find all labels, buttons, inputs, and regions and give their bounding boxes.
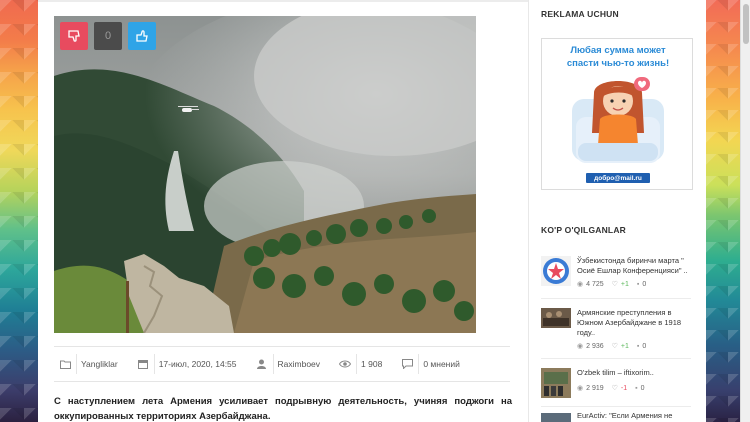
publish-date: 17-июл, 2020, 14:55: [153, 354, 245, 374]
item-title[interactable]: Армянские преступления в Южном Азербайдж…: [577, 308, 697, 338]
list-item[interactable]: Ўзбекистонда биринчи марта " Осиё Ешлар …: [541, 256, 695, 296]
item-title[interactable]: O'zbek tilim – iftixorim..: [577, 368, 697, 378]
folder-icon: [54, 360, 76, 369]
ad-logo: добро@mail.ru: [586, 173, 650, 183]
article-image: 0: [54, 16, 476, 333]
eye-icon: ◉: [577, 385, 584, 392]
rating-count: 0: [94, 22, 122, 50]
comment-icon: ▪: [636, 280, 640, 288]
list-item[interactable]: Армянские преступления в Южном Азербайдж…: [541, 308, 695, 352]
heart-icon: ♡: [611, 385, 618, 392]
heart-icon: ♡: [611, 281, 618, 288]
ad-text-line1: Любая сумма может: [570, 45, 666, 56]
eye-icon: ◉: [577, 343, 584, 350]
article-column: 0 Yangliklar 17-июл, 2020, 14:55 Raximbo…: [38, 0, 528, 422]
heart-icon: ♡: [611, 343, 618, 350]
scrollbar-thumb[interactable]: [743, 4, 749, 44]
thumbs-down-icon: [68, 30, 80, 42]
divider: [541, 298, 691, 299]
scrollbar[interactable]: [740, 0, 750, 422]
girl-illustration: [572, 77, 664, 163]
calendar-icon: [132, 359, 154, 369]
comments-link[interactable]: 0 мнений: [418, 354, 468, 374]
item-title[interactable]: Ўзбекистонда биринчи марта " Осиё Ешлар …: [577, 256, 697, 276]
sidebar: REKLAMA UCHUN Любая сумма может спасти ч…: [528, 0, 706, 422]
item-stats: ◉ 2 936 ♡ +1 ▪ 0: [577, 342, 647, 351]
ad-banner[interactable]: Любая сумма может спасти чью-то жизнь! д…: [541, 38, 693, 190]
divider: [541, 406, 691, 407]
list-item[interactable]: O'zbek tilim – iftixorim.. ◉ 2 919 ♡ -1 ▪ 0: [541, 368, 695, 404]
ad-text-line2: спасти чью-то жизнь!: [566, 58, 670, 69]
item-thumbnail: [541, 368, 571, 398]
author-link[interactable]: Raximboev: [272, 354, 329, 374]
thumbs-up-icon: [136, 30, 148, 42]
divider: [541, 358, 691, 359]
article-lead: С наступлением лета Армения усиливает по…: [54, 396, 512, 422]
comment-icon: ▪: [635, 384, 638, 392]
article-meta: Yangliklar 17-июл, 2020, 14:55 Raximboev…: [54, 346, 510, 382]
like-button[interactable]: [128, 22, 156, 50]
item-stats: ◉ 4 725 ♡ +1 ▪ 0: [577, 280, 647, 289]
dislike-button[interactable]: [60, 22, 88, 50]
category-link[interactable]: Yangliklar: [76, 354, 126, 374]
comment-icon: ▪: [636, 342, 640, 350]
popular-heading: KO'P O'QILGANLAR: [541, 225, 627, 235]
item-thumbnail: [541, 411, 571, 422]
views-count: 1 908: [356, 354, 390, 374]
eye-icon: ◉: [577, 281, 584, 288]
item-stats: ◉ 2 919 ♡ -1 ▪ 0: [577, 384, 645, 393]
divider: [38, 0, 528, 2]
item-thumbnail: [541, 308, 571, 328]
page-background-left: [0, 0, 38, 422]
user-icon: [251, 359, 273, 369]
eye-icon: [334, 360, 356, 368]
ad-heading: REKLAMA UCHUN: [541, 9, 619, 19]
list-item[interactable]: EurActiv: "Если Армения не: [541, 411, 695, 422]
item-title[interactable]: EurActiv: "Если Армения не: [577, 411, 697, 421]
item-thumbnail: [541, 256, 571, 286]
comment-icon: [396, 359, 418, 369]
